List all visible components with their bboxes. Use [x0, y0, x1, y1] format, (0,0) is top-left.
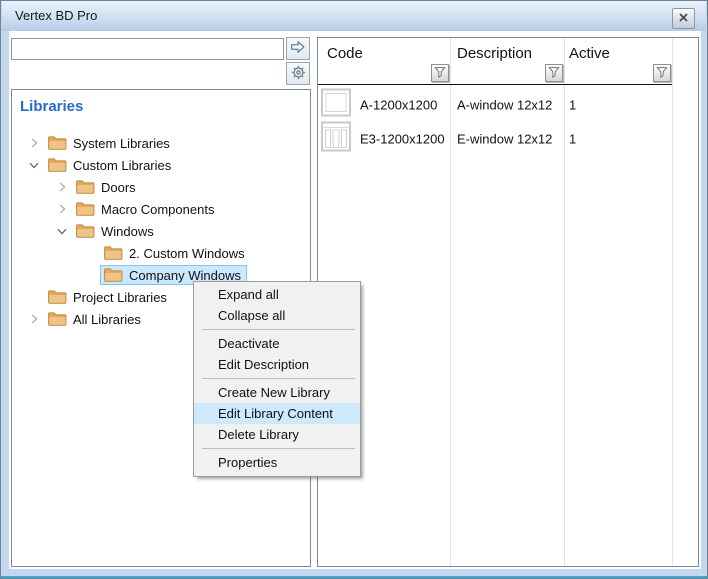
cell-code: A-1200x1200	[360, 98, 437, 113]
library-content-table: Code Description Active A-1200x1200 A-win…	[317, 37, 699, 567]
chevron-down-icon[interactable]	[52, 222, 72, 240]
tree-indent-spacer	[80, 244, 100, 262]
app-window: Vertex BD Pro Libraries System Libraries…	[0, 0, 708, 579]
tree-item-body[interactable]: 2. Custom Windows	[100, 243, 251, 263]
header-rule	[318, 84, 672, 85]
chevron-right-icon[interactable]	[52, 178, 72, 196]
tree-item-body[interactable]: Macro Components	[72, 199, 220, 219]
menu-item-deactivate[interactable]: Deactivate	[194, 333, 360, 354]
tree-item-body[interactable]: All Libraries	[44, 309, 147, 329]
window-title: Vertex BD Pro	[15, 8, 97, 23]
filter-button-code[interactable]	[431, 64, 449, 82]
cell-desc: A-window 12x12	[457, 98, 552, 113]
window-bottom-edge	[1, 576, 707, 578]
gear-icon	[290, 64, 307, 84]
tree-heading: Libraries	[20, 98, 83, 115]
window-single-icon	[321, 89, 351, 122]
chevron-down-icon[interactable]	[24, 156, 44, 174]
tree-item-custom-libraries[interactable]: Custom Libraries	[12, 154, 310, 176]
menu-item-edit-library-content[interactable]: Edit Library Content	[194, 403, 360, 424]
search-input[interactable]	[11, 38, 284, 60]
column-header-active[interactable]: Active	[569, 45, 610, 62]
cell-desc: E-window 12x12	[457, 132, 552, 147]
table-row[interactable]: A-1200x1200 A-window 12x12 1	[318, 88, 698, 122]
menu-item-collapse-all[interactable]: Collapse all	[194, 305, 360, 326]
settings-button[interactable]	[286, 62, 310, 85]
table-row[interactable]: E3-1200x1200 E-window 12x12 1	[318, 122, 698, 156]
chevron-right-icon[interactable]	[24, 310, 44, 328]
chevron-right-icon[interactable]	[24, 134, 44, 152]
menu-separator	[202, 329, 355, 330]
tree-item-system-libraries[interactable]: System Libraries	[12, 132, 310, 154]
tree-item-label: Windows	[101, 224, 154, 239]
menu-item-delete-library[interactable]: Delete Library	[194, 424, 360, 445]
tree-item-macro-components[interactable]: Macro Components	[12, 198, 310, 220]
tree-item-body[interactable]: Windows	[72, 221, 160, 241]
window-triple-icon	[321, 122, 351, 157]
cell-act: 1	[569, 132, 576, 147]
cell-code: E3-1200x1200	[360, 132, 445, 147]
context-menu: Expand allCollapse all DeactivateEdit Des…	[193, 281, 361, 477]
tree-indent-spacer	[80, 266, 100, 284]
close-button[interactable]	[672, 8, 695, 29]
tree-item-label: System Libraries	[73, 136, 170, 151]
menu-separator	[202, 378, 355, 379]
folder-icon	[75, 179, 95, 195]
folder-icon	[103, 267, 123, 283]
tree-item-windows[interactable]: Windows	[12, 220, 310, 242]
table-rows: A-1200x1200 A-window 12x12 1 E3-1200x1200 E-…	[318, 88, 698, 156]
arrow-right-icon	[289, 38, 307, 59]
chevron-right-icon[interactable]	[52, 200, 72, 218]
tree-item-2-custom-windows[interactable]: 2. Custom Windows	[12, 242, 310, 264]
filter-funnel-icon	[434, 66, 446, 81]
tree-item-label: Doors	[101, 180, 136, 195]
filter-funnel-icon	[656, 66, 668, 81]
tree-item-body[interactable]: Project Libraries	[44, 287, 173, 307]
folder-icon	[47, 157, 67, 173]
tree-item-label: Macro Components	[101, 202, 214, 217]
menu-item-create-new-library[interactable]: Create New Library	[194, 382, 360, 403]
tree-item-body[interactable]: Doors	[72, 177, 142, 197]
folder-icon	[47, 135, 67, 151]
folder-icon	[47, 289, 67, 305]
folder-icon	[47, 311, 67, 327]
tree-item-label: Custom Libraries	[73, 158, 171, 173]
tree-item-body[interactable]: Custom Libraries	[44, 155, 177, 175]
filter-button-active[interactable]	[653, 64, 671, 82]
tree-item-body[interactable]: System Libraries	[44, 133, 176, 153]
cell-act: 1	[569, 98, 576, 113]
tree-item-label: All Libraries	[73, 312, 141, 327]
tree-item-label: 2. Custom Windows	[129, 246, 245, 261]
column-header-code[interactable]: Code	[327, 45, 363, 62]
tree-indent-spacer	[24, 288, 44, 306]
menu-item-properties[interactable]: Properties	[194, 452, 360, 473]
folder-icon	[75, 201, 95, 217]
column-header-description[interactable]: Description	[457, 45, 532, 62]
tree-item-label: Project Libraries	[73, 290, 167, 305]
menu-separator	[202, 448, 355, 449]
close-icon	[677, 11, 690, 27]
filter-button-description[interactable]	[545, 64, 563, 82]
filter-funnel-icon	[548, 66, 560, 81]
folder-icon	[75, 223, 95, 239]
tree-item-doors[interactable]: Doors	[12, 176, 310, 198]
search-go-button[interactable]	[286, 37, 310, 60]
menu-item-edit-description[interactable]: Edit Description	[194, 354, 360, 375]
folder-icon	[103, 245, 123, 261]
menu-item-expand-all[interactable]: Expand all	[194, 284, 360, 305]
titlebar: Vertex BD Pro	[2, 1, 706, 31]
